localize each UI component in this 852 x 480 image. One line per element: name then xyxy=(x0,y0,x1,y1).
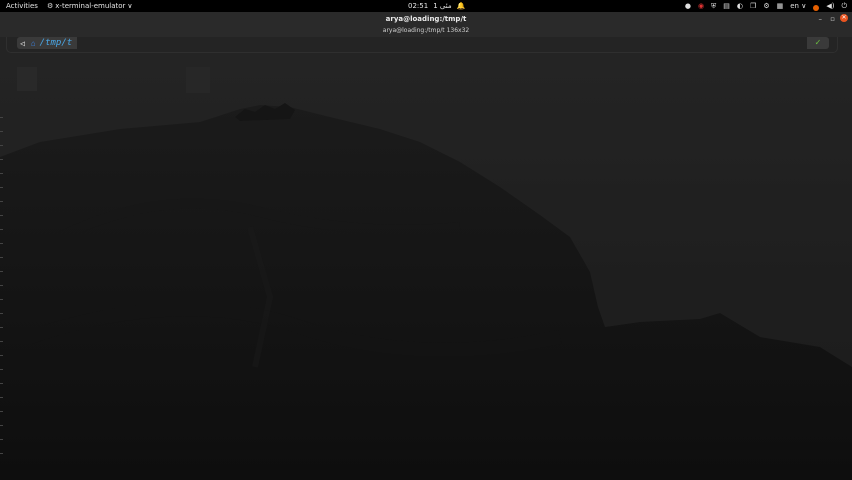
app-menu-label: x-terminal-emulator xyxy=(55,2,126,10)
check-icon: ✓ xyxy=(814,38,822,47)
grid-icon[interactable]: ▦ xyxy=(777,0,784,12)
recorder-icon[interactable]: ◉ xyxy=(698,0,704,12)
settings-icon[interactable]: ⚙ xyxy=(763,0,769,12)
terminal-area[interactable]: ◁ ⌂ /tmp/t ✓ xyxy=(0,37,852,480)
volume-icon[interactable]: ◀) xyxy=(826,0,834,12)
dropbox-icon[interactable]: ◐ xyxy=(737,0,743,12)
clock-date: 1 مئی xyxy=(433,2,452,10)
background-image xyxy=(0,37,852,480)
terminal-titlebar: arya@loading:/tmp/t arya@loading:/tmp/t … xyxy=(0,12,852,37)
maximize-button[interactable]: ▫ xyxy=(830,15,835,23)
home-icon: ⌂ xyxy=(30,38,36,48)
window-title: arya@loading:/tmp/t xyxy=(385,15,467,23)
clock[interactable]: 02:51 1 مئی 🔔 xyxy=(408,0,465,12)
top-bar: Activities ⚙ x-terminal-emulator ∨ 02:51… xyxy=(0,0,852,12)
distro-icon: ◁ xyxy=(20,38,25,48)
language-selector[interactable]: en ∨ xyxy=(790,0,806,12)
language-label: en xyxy=(790,2,799,10)
chevron-down-icon: ∨ xyxy=(801,2,807,10)
prompt-path: /tmp/t xyxy=(39,38,73,48)
clipboard-icon[interactable]: ▤ xyxy=(723,0,730,12)
system-tray: ● ◉ ⛨ ▤ ◐ ❐ ⚙ ▦ en ∨ ◀) ⏻ xyxy=(685,0,847,12)
app-icon: ⚙ xyxy=(47,2,54,10)
chevron-down-icon: ∨ xyxy=(127,2,133,10)
power-icon[interactable]: ⏻ xyxy=(841,0,847,12)
record-icon[interactable]: ● xyxy=(685,0,691,12)
copy-icon[interactable]: ❐ xyxy=(750,0,756,12)
bell-icon: 🔔 xyxy=(456,2,466,10)
firefox-icon[interactable] xyxy=(813,4,820,11)
window-subtitle: arya@loading:/tmp/t 136x32 xyxy=(382,27,470,34)
close-button[interactable]: ✕ xyxy=(840,14,848,22)
shield-icon[interactable]: ⛨ xyxy=(711,0,716,12)
app-menu[interactable]: ⚙ x-terminal-emulator ∨ xyxy=(47,0,133,12)
clock-time: 02:51 xyxy=(408,2,429,10)
terminal-prompt[interactable]: ◁ ⌂ /tmp/t ✓ xyxy=(6,37,838,53)
prompt-status-segment: ✓ xyxy=(807,37,829,49)
prompt-left-segment: ◁ ⌂ /tmp/t xyxy=(17,37,78,49)
left-margin-markers xyxy=(0,117,3,457)
activities-button[interactable]: Activities xyxy=(6,0,38,12)
minimize-button[interactable]: – xyxy=(819,15,823,23)
